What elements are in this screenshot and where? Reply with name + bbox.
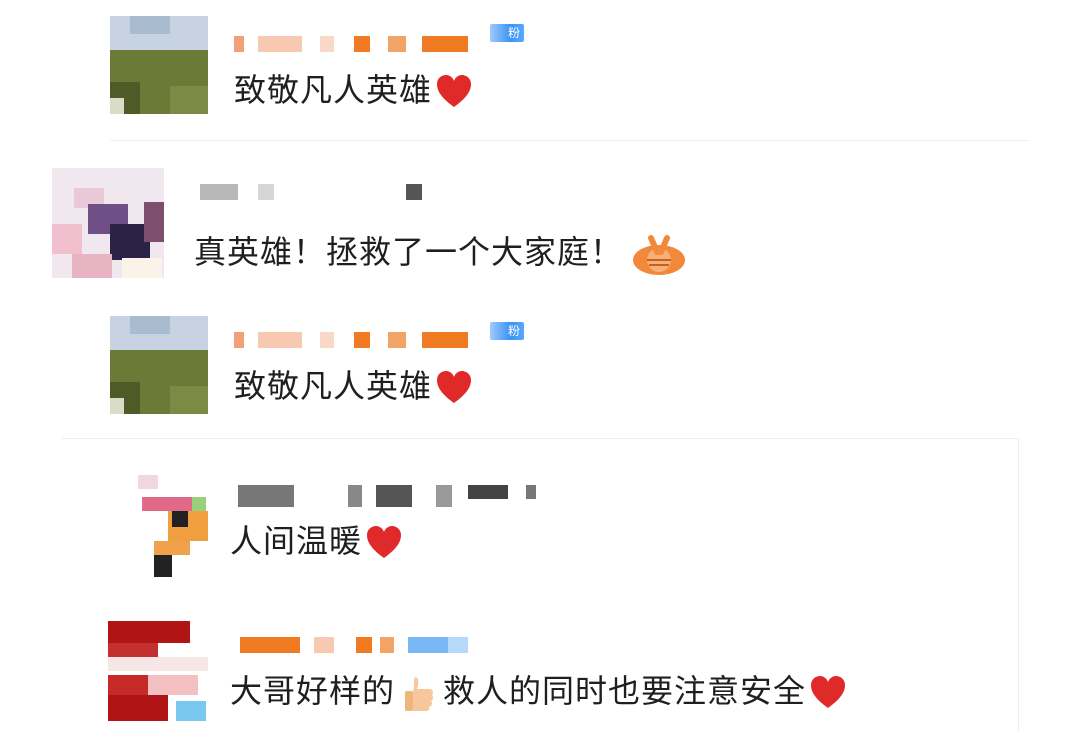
heart-icon	[437, 371, 472, 403]
reply-text: 大哥好样的 救人的同时也要注意安全	[230, 671, 848, 713]
heart-icon	[367, 526, 402, 558]
avatar[interactable]	[108, 621, 208, 721]
comment-text: 致敬凡人英雄	[234, 70, 474, 112]
avatar[interactable]	[52, 168, 164, 278]
username-mosaic[interactable]	[234, 36, 474, 52]
comment-item: 粉 致敬凡人英雄	[0, 300, 1080, 432]
fist-emoji-icon	[633, 235, 686, 275]
reply-text: 人间温暖	[230, 521, 404, 563]
fan-badge: 粉	[490, 24, 525, 42]
heart-icon	[437, 75, 472, 107]
username-mosaic[interactable]	[240, 637, 480, 653]
reply-panel: 人间温暖 大哥好样的 救人的同时也要注意安全	[62, 438, 1019, 731]
comment-item: 真英雄！拯救了一个大家庭！	[0, 140, 1080, 290]
thumbs-up-icon	[405, 677, 434, 711]
username-mosaic[interactable]	[234, 332, 474, 348]
username-mosaic[interactable]	[238, 485, 558, 507]
reply-item: 人间温暖	[62, 439, 1018, 589]
comment-item: 粉 致敬凡人英雄	[0, 0, 1080, 140]
avatar[interactable]	[110, 316, 208, 414]
avatar[interactable]	[110, 16, 208, 114]
username-mosaic[interactable]	[200, 184, 430, 200]
reply-item: 大哥好样的 救人的同时也要注意安全	[62, 599, 1018, 729]
comment-text: 真英雄！拯救了一个大家庭！	[194, 232, 687, 276]
fan-badge: 粉	[490, 322, 525, 340]
heart-icon	[811, 676, 846, 708]
avatar[interactable]	[108, 467, 208, 577]
comment-text: 致敬凡人英雄	[234, 366, 474, 408]
